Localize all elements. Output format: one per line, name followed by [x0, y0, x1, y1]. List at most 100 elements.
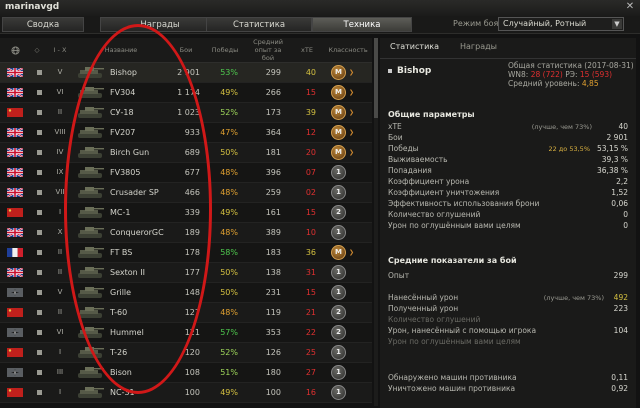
table-row[interactable]: X ConquerorGC 189 48% 389 10 1 — [0, 223, 372, 243]
tab-statistics[interactable]: Статистика — [206, 17, 312, 32]
table-row[interactable]: V Grille 148 50% 231 15 1 — [0, 283, 372, 303]
nation-filter-icon[interactable] — [4, 38, 26, 62]
vehicle-image — [76, 225, 106, 239]
stat-label: Попадания — [388, 166, 432, 175]
row-tier: V — [57, 288, 63, 296]
row-name: NC-31 — [110, 388, 135, 397]
rz-label: РЭ: — [565, 70, 578, 79]
row-wins: 51% — [220, 368, 238, 377]
wn8-rating: WN8: 28 (722) РЭ: 15 (593) — [508, 70, 612, 79]
general-stat-row: Попадания 36,38 % — [388, 166, 628, 176]
stats-date: Общая статистика (2017-08-31) — [508, 61, 634, 70]
close-icon[interactable]: ✕ — [624, 1, 636, 13]
nation-flag-icon — [6, 147, 24, 158]
stat-value: 2,2 — [616, 177, 628, 186]
row-battles: 1 023 — [177, 108, 200, 117]
mastery-badge-icon: 1 — [331, 265, 346, 280]
tab-awards[interactable]: Награды — [100, 17, 220, 32]
header-wins[interactable]: Победы — [210, 38, 240, 62]
row-battles: 189 — [184, 228, 200, 237]
stat-value: 39,3 % — [601, 155, 628, 164]
row-xte: 21 — [305, 308, 316, 317]
row-xte: 31 — [305, 268, 316, 277]
table-row[interactable]: VI FV304 1 174 49% 266 15 M ❯ — [0, 83, 372, 103]
table-row[interactable]: II Sexton II 177 50% 138 31 1 — [0, 263, 372, 283]
row-tier: IX — [56, 168, 64, 176]
stat-label: Выживаемость — [388, 155, 448, 164]
row-xte: 27 — [305, 368, 316, 377]
row-avg-exp: 126 — [265, 348, 281, 357]
table-row[interactable]: I T-26 120 52% 126 25 1 — [0, 343, 372, 363]
vehicle-type-icon — [37, 230, 42, 235]
vehicle-type-icon — [37, 270, 42, 275]
avg-stat-row: Полученный урон 223 — [388, 304, 628, 314]
row-tier: IV — [56, 148, 64, 156]
nation-flag-icon — [6, 167, 24, 178]
table-row[interactable]: III Bison 108 51% 180 27 1 — [0, 363, 372, 383]
header-battles[interactable]: Бои — [172, 38, 200, 62]
stat-note: (лучше, чем 73%) — [531, 123, 592, 131]
header-xte[interactable]: xTE — [296, 38, 318, 62]
row-xte: 20 — [305, 148, 316, 157]
vehicle-type-icon — [37, 170, 42, 175]
row-xte: 15 — [305, 288, 316, 297]
nation-flag-icon — [7, 208, 23, 217]
general-stat-row: xTE (лучше, чем 73%) 40 — [388, 122, 628, 132]
mastery-badge-icon: 1 — [331, 365, 346, 380]
header-avg-exp[interactable]: Средний опыт за бой — [248, 38, 288, 62]
general-stat-row: Бои 2 901 — [388, 133, 628, 143]
row-battles: 466 — [184, 188, 200, 197]
battle-mode-select[interactable]: Случайный, Ротный ▼ — [498, 17, 624, 31]
arrow-icon: ❯ — [349, 129, 355, 136]
type-filter-icon[interactable]: ◇ — [28, 38, 46, 62]
vehicle-image — [76, 245, 106, 259]
table-row[interactable]: VIII FV207 933 47% 364 12 M ❯ — [0, 123, 372, 143]
mastery-badge-icon: 1 — [331, 165, 346, 180]
table-scrollbar[interactable] — [374, 38, 378, 406]
vehicle-type-icon — [37, 370, 42, 375]
table-row[interactable]: IV Birch Gun 689 50% 181 20 M ❯ — [0, 143, 372, 163]
table-row[interactable]: II FT BS 178 58% 183 36 M ❯ — [0, 243, 372, 263]
row-xte: 02 — [305, 188, 316, 197]
stat-label: Количество оглушений — [388, 315, 481, 324]
details-tab-awards[interactable]: Награды — [460, 42, 497, 51]
header-mastery[interactable]: Классность — [326, 38, 370, 62]
details-tab-statistics[interactable]: Статистика — [390, 42, 439, 51]
row-avg-exp: 299 — [265, 68, 281, 77]
table-row[interactable]: V Bishop 2 901 53% 299 40 M ❯ — [0, 63, 372, 83]
general-stat-row: Победы 22 до 53,5% 53,15 % — [388, 144, 628, 154]
table-row[interactable]: I NC-31 100 49% 100 16 1 — [0, 383, 372, 403]
row-tier: II — [57, 248, 63, 256]
arrow-icon: ❯ — [349, 149, 355, 156]
table-row[interactable]: II T-60 127 48% 119 21 2 — [0, 303, 372, 323]
row-tier: I — [58, 348, 62, 356]
tab-summary[interactable]: Сводка — [2, 17, 84, 32]
table-row[interactable]: II СУ-18 1 023 52% 173 39 M ❯ — [0, 103, 372, 123]
table-row[interactable]: IX FV3805 677 48% 396 07 1 — [0, 163, 372, 183]
row-tier: VII — [55, 188, 65, 196]
arrow-icon: ❯ — [349, 69, 355, 76]
header-tier[interactable]: I - X — [48, 38, 72, 62]
vehicle-title: Bishop — [388, 66, 431, 76]
row-name: Bishop — [110, 68, 137, 77]
spot-stat-row: Уничтожено машин противника 0,92 — [388, 384, 628, 394]
chevron-down-icon[interactable]: ▼ — [612, 19, 622, 29]
table-row[interactable]: VII Crusader SP 466 48% 259 02 1 — [0, 183, 372, 203]
avg-level-label: Средний уровень: — [508, 79, 580, 88]
table-row[interactable]: I МС-1 339 49% 161 15 2 — [0, 203, 372, 223]
row-wins: 58% — [220, 248, 238, 257]
table-row[interactable]: VI Hummel 121 57% 353 22 2 — [0, 323, 372, 343]
row-name: Crusader SP — [110, 188, 159, 197]
nation-flag-icon — [6, 67, 24, 78]
row-avg-exp: 389 — [265, 228, 281, 237]
header-name[interactable]: Название — [96, 38, 146, 62]
vehicle-image — [76, 65, 106, 79]
wn8-label: WN8: — [508, 70, 529, 79]
row-name: FV304 — [110, 88, 136, 97]
scrollbar-thumb[interactable] — [374, 38, 378, 118]
vehicle-type-icon — [37, 250, 42, 255]
stat-value: 0 — [623, 221, 628, 230]
vehicle-image — [76, 165, 106, 179]
tab-vehicles[interactable]: Техника — [312, 17, 412, 32]
stat-value: 36,38 % — [597, 166, 628, 175]
